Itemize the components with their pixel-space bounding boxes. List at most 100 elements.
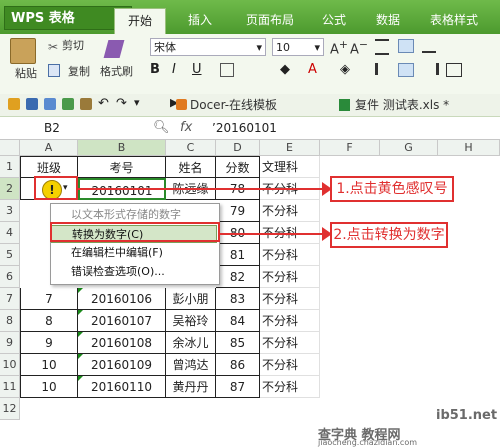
align-top-icon[interactable] [375, 39, 389, 55]
app-menu-button[interactable]: WPS 表格▾ [4, 6, 132, 30]
col-header-g[interactable]: G [380, 140, 438, 156]
col-header-b[interactable]: B [78, 140, 166, 156]
cell-c9[interactable]: 余冰儿 [166, 332, 216, 354]
col-header-c[interactable]: C [166, 140, 216, 156]
row-header-7[interactable]: 7 [0, 288, 20, 310]
cell-c11[interactable]: 黄丹丹 [166, 376, 216, 398]
row-header-5[interactable]: 5 [0, 244, 20, 266]
justify-icon[interactable] [446, 63, 462, 77]
cell-a10[interactable]: 10 [20, 354, 78, 376]
cell-e5[interactable]: 不分科 [260, 244, 320, 266]
fill-color-icon[interactable]: ◆ [280, 62, 290, 77]
cell-c7[interactable]: 彭小朋 [166, 288, 216, 310]
col-header-e[interactable]: E [260, 140, 320, 156]
row-header-3[interactable]: 3 [0, 200, 20, 222]
increase-font-icon[interactable]: A+ [330, 38, 348, 57]
cell-d6[interactable]: 82 [216, 266, 260, 288]
row-header-12[interactable]: 12 [0, 398, 20, 420]
col-header-a[interactable]: A [20, 140, 78, 156]
paste-icon[interactable] [10, 38, 36, 64]
col-header-h[interactable]: H [438, 140, 500, 156]
cell-d9[interactable]: 85 [216, 332, 260, 354]
formula-input[interactable]: ’20160101 [212, 121, 277, 135]
col-header-f[interactable]: F [320, 140, 380, 156]
tab-formula[interactable]: 公式 [314, 8, 354, 34]
open-folder-icon[interactable] [8, 98, 20, 110]
chevron-down-icon[interactable]: ▾ [134, 96, 140, 109]
header-cell-score[interactable]: 分数 [216, 156, 260, 178]
tab-docer[interactable]: Docer-在线模板 [176, 96, 277, 114]
cell-e11[interactable]: 不分科 [260, 376, 320, 398]
paste-button[interactable]: 粘贴 [10, 66, 42, 82]
cell-a7[interactable]: 7 [20, 288, 78, 310]
decrease-font-icon[interactable]: A− [350, 38, 368, 57]
cell-b7[interactable]: 20160106 [78, 288, 166, 310]
cell-e3[interactable]: 不分科 [260, 200, 320, 222]
tab-home[interactable]: 开始 [114, 8, 166, 34]
cell-c10[interactable]: 曾鸿达 [166, 354, 216, 376]
cell-a9[interactable]: 9 [20, 332, 78, 354]
zoom-icon[interactable]: 🔍︎ [153, 120, 170, 135]
font-color-icon[interactable]: A [308, 62, 317, 77]
undo-icon[interactable]: ↶ [98, 96, 109, 111]
cell-a8[interactable]: 8 [20, 310, 78, 332]
row-header-6[interactable]: 6 [0, 266, 20, 288]
cell-d11[interactable]: 87 [216, 376, 260, 398]
print-icon[interactable] [44, 98, 56, 110]
cell-a11[interactable]: 10 [20, 376, 78, 398]
cell-d3[interactable]: 79 [216, 200, 260, 222]
copy-button[interactable]: 复制 [68, 64, 90, 80]
row-header-10[interactable]: 10 [0, 354, 20, 376]
format-brush-icon[interactable] [80, 98, 92, 110]
cell-b11[interactable]: 20160110 [78, 376, 166, 398]
cell-e6[interactable]: 不分科 [260, 266, 320, 288]
clear-format-icon[interactable]: ◈ [340, 62, 350, 77]
cell-d10[interactable]: 86 [216, 354, 260, 376]
menu-item-error-checking-options[interactable]: 错误检查选项(O)... [51, 263, 217, 281]
menu-item-edit-in-formula-bar[interactable]: 在编辑栏中编辑(F) [51, 244, 217, 262]
cut-button[interactable]: 剪切 [62, 38, 84, 54]
row-header-11[interactable]: 11 [0, 376, 20, 398]
border-icon[interactable] [220, 63, 234, 77]
print-preview-icon[interactable] [62, 98, 74, 110]
header-cell-stream[interactable]: 文理科 [260, 156, 320, 178]
row-header-8[interactable]: 8 [0, 310, 20, 332]
fx-button[interactable]: fx [180, 120, 192, 135]
align-center-icon[interactable] [398, 63, 414, 77]
tab-data[interactable]: 数据 [368, 8, 408, 34]
underline-icon[interactable]: U [192, 62, 202, 77]
cell-b8[interactable]: 20160107 [78, 310, 166, 332]
header-cell-class[interactable]: 班级 [20, 156, 78, 178]
cell-d8[interactable]: 84 [216, 310, 260, 332]
cell-e8[interactable]: 不分科 [260, 310, 320, 332]
font-size-select[interactable]: 10 ▾ [272, 38, 324, 56]
save-icon[interactable] [26, 98, 38, 110]
cell-d7[interactable]: 83 [216, 288, 260, 310]
row-header-9[interactable]: 9 [0, 332, 20, 354]
align-bottom-icon[interactable] [422, 39, 436, 53]
align-right-icon[interactable] [422, 63, 439, 75]
cell-e7[interactable]: 不分科 [260, 288, 320, 310]
cell-d5[interactable]: 81 [216, 244, 260, 266]
tab-table-style[interactable]: 表格样式 [424, 8, 484, 34]
cell-e10[interactable]: 不分科 [260, 354, 320, 376]
tab-page-layout[interactable]: 页面布局 [238, 8, 302, 34]
name-box[interactable]: B2 [2, 119, 120, 137]
row-header-2[interactable]: 2 [0, 178, 20, 200]
row-header-4[interactable]: 4 [0, 222, 20, 244]
italic-icon[interactable]: I [172, 62, 176, 77]
align-left-icon[interactable] [375, 63, 392, 75]
redo-icon[interactable]: ↷ [116, 96, 127, 111]
bold-icon[interactable]: B [150, 62, 160, 77]
tab-insert[interactable]: 插入 [180, 8, 220, 34]
format-painter-button[interactable]: 格式刷 [100, 64, 133, 80]
cell-c8[interactable]: 吴裕玲 [166, 310, 216, 332]
corner-select-all[interactable] [0, 140, 20, 156]
cell-b10[interactable]: 20160109 [78, 354, 166, 376]
cell-b9[interactable]: 20160108 [78, 332, 166, 354]
row-header-1[interactable]: 1 [0, 156, 20, 178]
header-cell-exam-no[interactable]: 考号 [78, 156, 166, 178]
tab-file[interactable]: 复件 测试表.xls * [339, 96, 449, 114]
font-name-select[interactable]: 宋体 ▾ [150, 38, 266, 56]
align-middle-icon[interactable] [398, 39, 414, 53]
